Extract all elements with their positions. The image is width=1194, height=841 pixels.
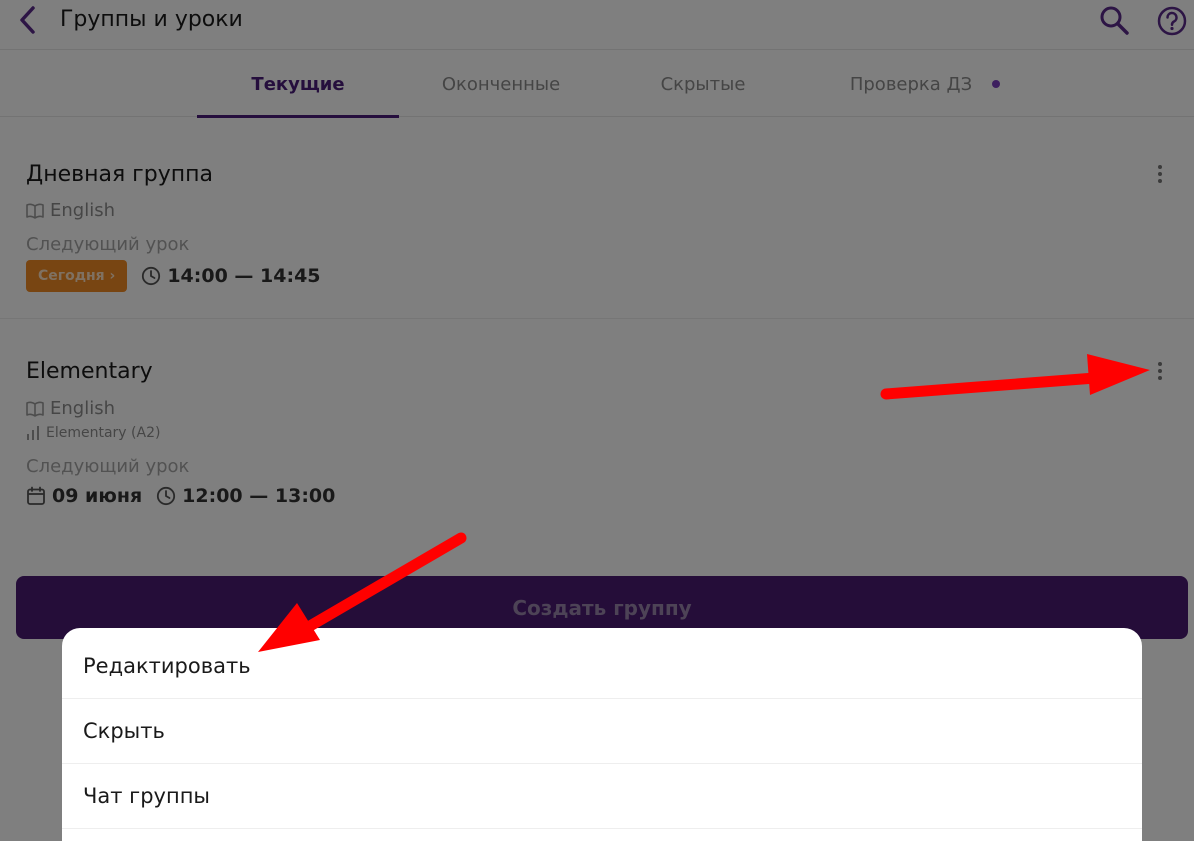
menu-item-hide[interactable]: Скрыть [62, 699, 1142, 764]
menu-item-edit[interactable]: Редактировать [62, 634, 1142, 699]
menu-item-group-chat[interactable]: Чат группы [62, 764, 1142, 829]
app-screen: Группы и уроки Текущие Оконченные Скрыты… [0, 0, 1194, 841]
group-actions-sheet: Редактировать Скрыть Чат группы [62, 628, 1142, 841]
